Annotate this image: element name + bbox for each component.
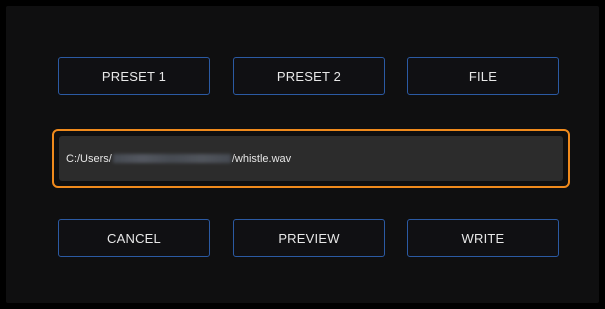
preset-2-button[interactable]: PRESET 2 (233, 57, 385, 95)
write-button[interactable]: WRITE (407, 219, 559, 257)
file-path-prefix: C:/Users/ (66, 152, 112, 165)
preset-1-button[interactable]: PRESET 1 (58, 57, 210, 95)
file-path-display[interactable]: C:/Users/ /whistle.wav (59, 136, 563, 181)
redacted-path-segment (112, 154, 231, 163)
file-path-field[interactable]: C:/Users/ /whistle.wav (52, 129, 570, 188)
preview-button[interactable]: PREVIEW (233, 219, 385, 257)
file-path-suffix: /whistle.wav (231, 152, 292, 165)
cancel-button[interactable]: CANCEL (58, 219, 210, 257)
file-button[interactable]: FILE (407, 57, 559, 95)
dialog-panel: PRESET 1 PRESET 2 FILE C:/Users/ /whistl… (6, 6, 599, 303)
